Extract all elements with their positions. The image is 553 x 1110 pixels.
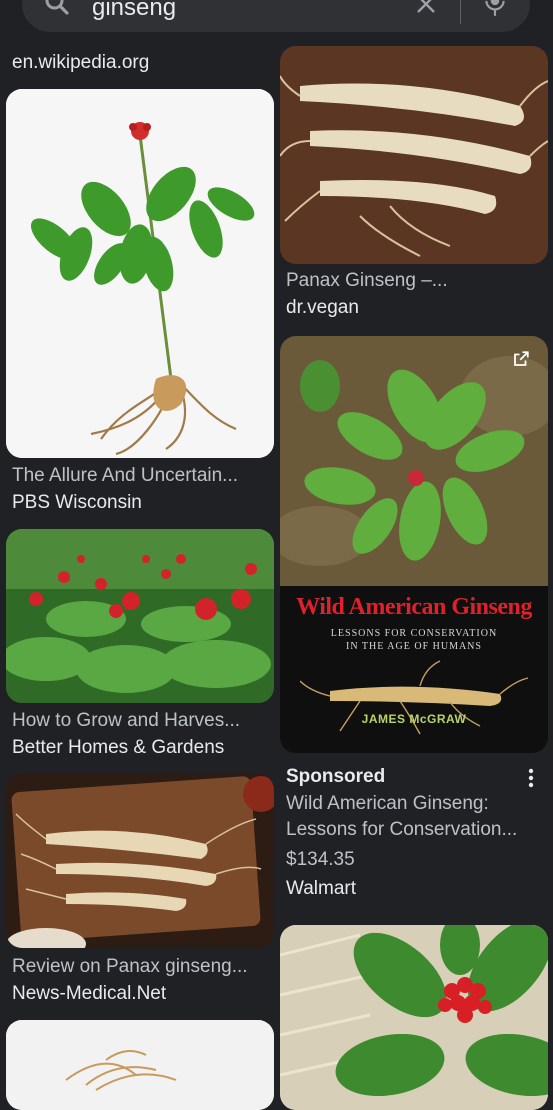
result-image-ginseng-field[interactable] [6,529,274,703]
more-options-icon[interactable] [526,768,536,793]
result-caption[interactable]: How to Grow and Harves... [12,710,270,732]
external-link-icon[interactable] [512,350,530,368]
book-author: JAMES McGRAW [361,712,467,726]
result-caption[interactable]: Panax Ginseng –... [286,270,548,292]
result-image-ginseng-roots-board[interactable] [6,774,274,948]
result-caption[interactable]: Review on Panax ginseng... [12,956,270,978]
result-image-book-cover[interactable]: Wild American Ginseng LESSONS FOR CONSER… [280,336,548,753]
ad-store[interactable]: Walmart [286,878,356,900]
result-source[interactable]: Better Homes & Gardens [12,737,224,759]
result-source[interactable]: PBS Wisconsin [12,492,142,514]
book-subtitle: LESSONS FOR CONSERVATION [330,628,498,639]
result-source[interactable]: dr.vegan [286,297,359,319]
search-icon[interactable] [42,0,72,23]
mic-icon[interactable] [482,0,508,23]
result-image-ginseng-root-partial[interactable] [6,1020,274,1110]
ad-title-line-1[interactable]: Wild American Ginseng: [286,793,548,815]
result-source[interactable]: News-Medical.Net [12,983,166,1005]
result-image-ginseng-illustration[interactable] [6,89,274,458]
result-image-ginseng-berries[interactable] [280,925,548,1110]
result-source[interactable]: en.wikipedia.org [12,52,149,74]
search-bar[interactable]: ginseng [22,0,530,32]
ad-price: $134.35 [286,849,355,870]
clear-icon[interactable] [414,0,438,21]
result-caption[interactable]: The Allure And Uncertain... [12,465,270,487]
search-divider [460,0,461,24]
sponsored-label: Sponsored [286,766,386,787]
book-title: Wild American Ginseng [296,594,532,620]
search-input[interactable]: ginseng [92,0,176,22]
ad-title-line-2[interactable]: Lessons for Conservation... [286,819,548,841]
result-image-panax-roots[interactable] [280,46,548,264]
book-subtitle: IN THE AGE OF HUMANS [346,641,482,652]
